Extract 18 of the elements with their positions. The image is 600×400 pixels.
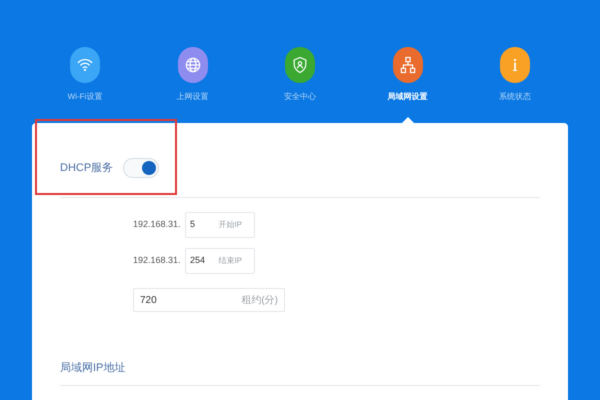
lease-field[interactable]: 720 租约(分) [133,288,285,312]
ip-prefix: 192.168.31. [133,254,182,268]
ip-prefix: 192.168.31. [133,218,182,232]
nav-label[interactable]: 系统状态 [499,91,531,103]
nav-label[interactable]: 上网设置 [176,91,208,103]
nav-icon[interactable] [70,47,100,83]
nav-icon[interactable] [178,47,208,83]
nav-label[interactable]: 局域网设置 [388,91,428,103]
nav-icon[interactable] [500,47,530,83]
ip-field[interactable]: 254 结束IP [185,248,255,274]
dhcp-toggle[interactable] [123,158,160,178]
nav-label[interactable]: 安全中心 [284,91,316,103]
nav-icon[interactable] [285,47,315,83]
ip-field[interactable]: 5 开始IP [185,212,255,238]
nav-icon[interactable] [392,47,422,83]
dhcp-label: DHCP服务 [60,160,114,176]
nav-label[interactable]: Wi-Fi设置 [68,91,102,103]
section-title: 局域网IP地址 [60,361,126,376]
